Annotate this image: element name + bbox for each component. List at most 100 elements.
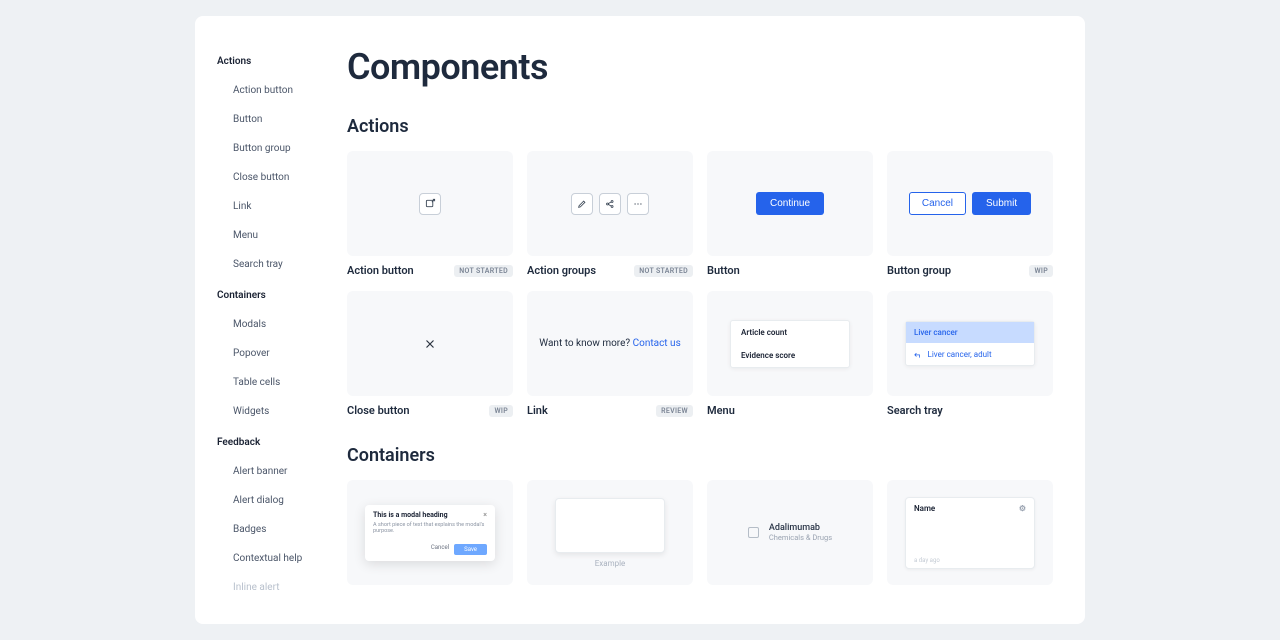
link-sentence: Want to know more? Contact us (539, 338, 680, 349)
card-meta: Action button NOT STARTED (347, 256, 513, 277)
card-button-group[interactable]: Cancel Submit Button group WIP (887, 151, 1053, 277)
popover-box (555, 498, 665, 553)
card-modals[interactable]: This is a modal heading × A short piece … (347, 480, 513, 585)
cell-text: Adalimumab Chemicals & Drugs (769, 523, 832, 542)
card-link[interactable]: Want to know more? Contact us Link REVIE… (527, 291, 693, 417)
cancel-button[interactable]: Cancel (909, 192, 966, 215)
sidebar-item-search-tray[interactable]: Search tray (217, 255, 335, 274)
card-meta: Menu (707, 396, 873, 417)
edit-icon (577, 199, 587, 209)
sidebar-item-alert-banner[interactable]: Alert banner (217, 462, 335, 481)
preview: Liver cancer ↵ Liver cancer, adult (887, 291, 1053, 396)
modal-heading: This is a modal heading (373, 511, 448, 519)
page-title: Components (347, 46, 1053, 88)
sidebar-item-contextual-help[interactable]: Contextual help (217, 549, 335, 568)
preview: Cancel Submit (887, 151, 1053, 256)
containers-grid: This is a modal heading × A short piece … (347, 480, 1053, 585)
sidebar-item-badges[interactable]: Badges (217, 520, 335, 539)
card-popover[interactable]: Example (527, 480, 693, 585)
tray-suggestion[interactable]: ↵ Liver cancer, adult (906, 343, 1034, 365)
card-meta: Link REVIEW (527, 396, 693, 417)
card-button[interactable]: Continue Button (707, 151, 873, 277)
status-badge: NOT STARTED (454, 265, 513, 277)
card-title: Button group (887, 264, 951, 277)
widget-footer: a day ago (906, 553, 1034, 568)
link-text-prefix: Want to know more? (539, 338, 632, 349)
submit-button[interactable]: Submit (972, 192, 1031, 215)
card-title: Close button (347, 404, 410, 417)
card-meta: Button group WIP (887, 256, 1053, 277)
sidebar-item-alert-dialog[interactable]: Alert dialog (217, 491, 335, 510)
section-title-containers: Containers (347, 445, 1053, 466)
card-close-button[interactable]: Close button WIP (347, 291, 513, 417)
card-meta: Button (707, 256, 873, 277)
card-title: Button (707, 264, 740, 277)
contact-us-link[interactable]: Contact us (633, 338, 681, 349)
sidebar-group-feedback: Feedback Alert banner Alert dialog Badge… (217, 433, 335, 597)
share-icon (605, 199, 615, 209)
button-group-preview (571, 193, 649, 215)
status-badge: WIP (1029, 265, 1053, 277)
preview (527, 151, 693, 256)
search-tray-preview: Liver cancer ↵ Liver cancer, adult (905, 321, 1035, 366)
card-title: Search tray (887, 404, 943, 417)
sidebar-item-button[interactable]: Button (217, 110, 335, 129)
card-meta: Search tray (887, 396, 1053, 417)
close-icon[interactable]: × (483, 511, 487, 519)
more-icon-button[interactable] (627, 193, 649, 215)
checkbox[interactable] (748, 527, 759, 538)
preview: Example (527, 480, 693, 585)
modal-body: A short piece of text that explains the … (373, 522, 487, 534)
main-content: Components Actions Action button NOT STA… (335, 16, 1085, 624)
card-table-cells[interactable]: Adalimumab Chemicals & Drugs (707, 480, 873, 585)
subdirectory-icon: ↵ (914, 349, 922, 359)
close-button-preview[interactable] (419, 333, 441, 355)
card-title: Link (527, 404, 548, 417)
continue-button[interactable]: Continue (756, 192, 824, 215)
button-row: Cancel Submit (909, 192, 1031, 215)
card-action-button[interactable]: Action button NOT STARTED (347, 151, 513, 277)
sidebar-item-widgets[interactable]: Widgets (217, 402, 335, 421)
sidebar-group-containers: Containers Modals Popover Table cells Wi… (217, 286, 335, 421)
table-cell-preview: Adalimumab Chemicals & Drugs (748, 523, 832, 542)
sidebar-item-close-button[interactable]: Close button (217, 168, 335, 187)
modal-cancel[interactable]: Cancel (431, 544, 449, 555)
sidebar-item-inline-alert[interactable]: Inline alert (217, 578, 335, 597)
menu-item[interactable]: Evidence score (731, 344, 849, 367)
preview: Continue (707, 151, 873, 256)
card-title: Action button (347, 264, 414, 277)
sidebar-heading: Actions (217, 52, 335, 71)
popover-caption: Example (595, 559, 626, 568)
modal-footer: Cancel Save (373, 544, 487, 555)
card-search-tray[interactable]: Liver cancer ↵ Liver cancer, adult Searc… (887, 291, 1053, 417)
more-icon (633, 199, 643, 209)
card-widgets[interactable]: Name ⚙ a day ago (887, 480, 1053, 585)
sidebar-item-popover[interactable]: Popover (217, 344, 335, 363)
sidebar-item-table-cells[interactable]: Table cells (217, 373, 335, 392)
preview: Adalimumab Chemicals & Drugs (707, 480, 873, 585)
edit-icon-button[interactable] (571, 193, 593, 215)
card-action-groups[interactable]: Action groups NOT STARTED (527, 151, 693, 277)
card-menu[interactable]: Article count Evidence score Menu (707, 291, 873, 417)
gear-icon[interactable]: ⚙ (1019, 504, 1026, 513)
status-badge: NOT STARTED (634, 265, 693, 277)
status-badge: REVIEW (656, 405, 693, 417)
widget-body (906, 519, 1034, 553)
sidebar-item-modals[interactable]: Modals (217, 315, 335, 334)
modal-primary[interactable]: Save (454, 544, 487, 555)
widget-header: Name ⚙ (906, 498, 1034, 519)
card-title: Menu (707, 404, 735, 417)
share-icon-button[interactable] (599, 193, 621, 215)
sidebar-item-menu[interactable]: Menu (217, 226, 335, 245)
actions-grid: Action button NOT STARTED Action groups … (347, 151, 1053, 417)
export-icon-button[interactable] (419, 193, 441, 215)
modal-preview: This is a modal heading × A short piece … (365, 505, 495, 561)
sidebar-item-action-button[interactable]: Action button (217, 81, 335, 100)
widget-preview: Name ⚙ a day ago (905, 497, 1035, 569)
sidebar-item-button-group[interactable]: Button group (217, 139, 335, 158)
cell-title: Adalimumab (769, 523, 832, 533)
menu-preview: Article count Evidence score (730, 320, 850, 368)
sidebar-item-link[interactable]: Link (217, 197, 335, 216)
menu-item[interactable]: Article count (731, 321, 849, 344)
tray-selected[interactable]: Liver cancer (906, 322, 1034, 343)
